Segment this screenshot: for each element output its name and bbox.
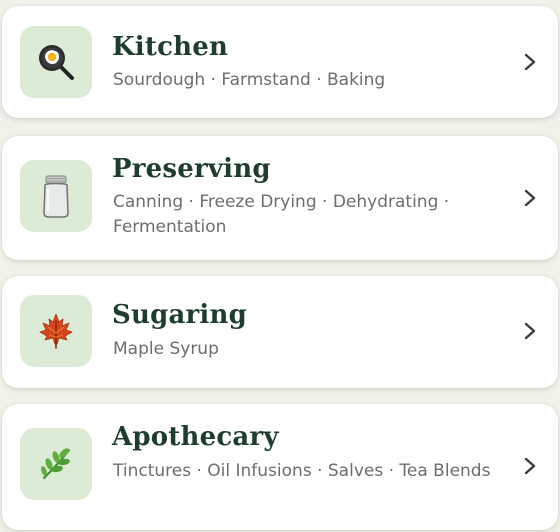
icon-tile	[20, 160, 92, 232]
icon-tile	[20, 26, 92, 98]
category-card-kitchen[interactable]: Kitchen Sourdough · Farmstand · Baking	[2, 6, 558, 118]
category-card-preserving[interactable]: Preserving Canning · Freeze Drying · Deh…	[2, 136, 558, 260]
chevron-right-icon	[524, 53, 536, 71]
chevron-right-icon	[524, 322, 536, 340]
category-card-apothecary[interactable]: Apothecary Tinctures · Oil Infusions · S…	[2, 404, 558, 530]
maple-leaf-icon	[39, 313, 73, 349]
icon-tile	[20, 428, 92, 500]
category-subtitle: Canning · Freeze Drying · Dehydrating · …	[113, 192, 450, 237]
category-title: Sugaring	[112, 300, 247, 330]
category-subtitle: Maple Syrup	[113, 339, 219, 359]
category-subtitle: Tinctures · Oil Infusions · Salves · Tea…	[113, 461, 491, 481]
mason-jar-icon	[43, 175, 69, 218]
frying-pan-egg-icon	[39, 45, 74, 80]
chevron-right-icon	[524, 457, 536, 475]
herb-icon	[41, 448, 70, 479]
category-title: Apothecary	[112, 422, 279, 452]
icon-tile	[20, 295, 92, 367]
category-card-sugaring[interactable]: Sugaring Maple Syrup	[2, 276, 558, 388]
category-title: Kitchen	[112, 32, 229, 62]
chevron-right-icon	[524, 189, 536, 207]
category-list: Kitchen Sourdough · Farmstand · Baking P…	[0, 0, 560, 532]
category-title: Preserving	[112, 154, 271, 184]
category-subtitle: Sourdough · Farmstand · Baking	[113, 70, 386, 90]
